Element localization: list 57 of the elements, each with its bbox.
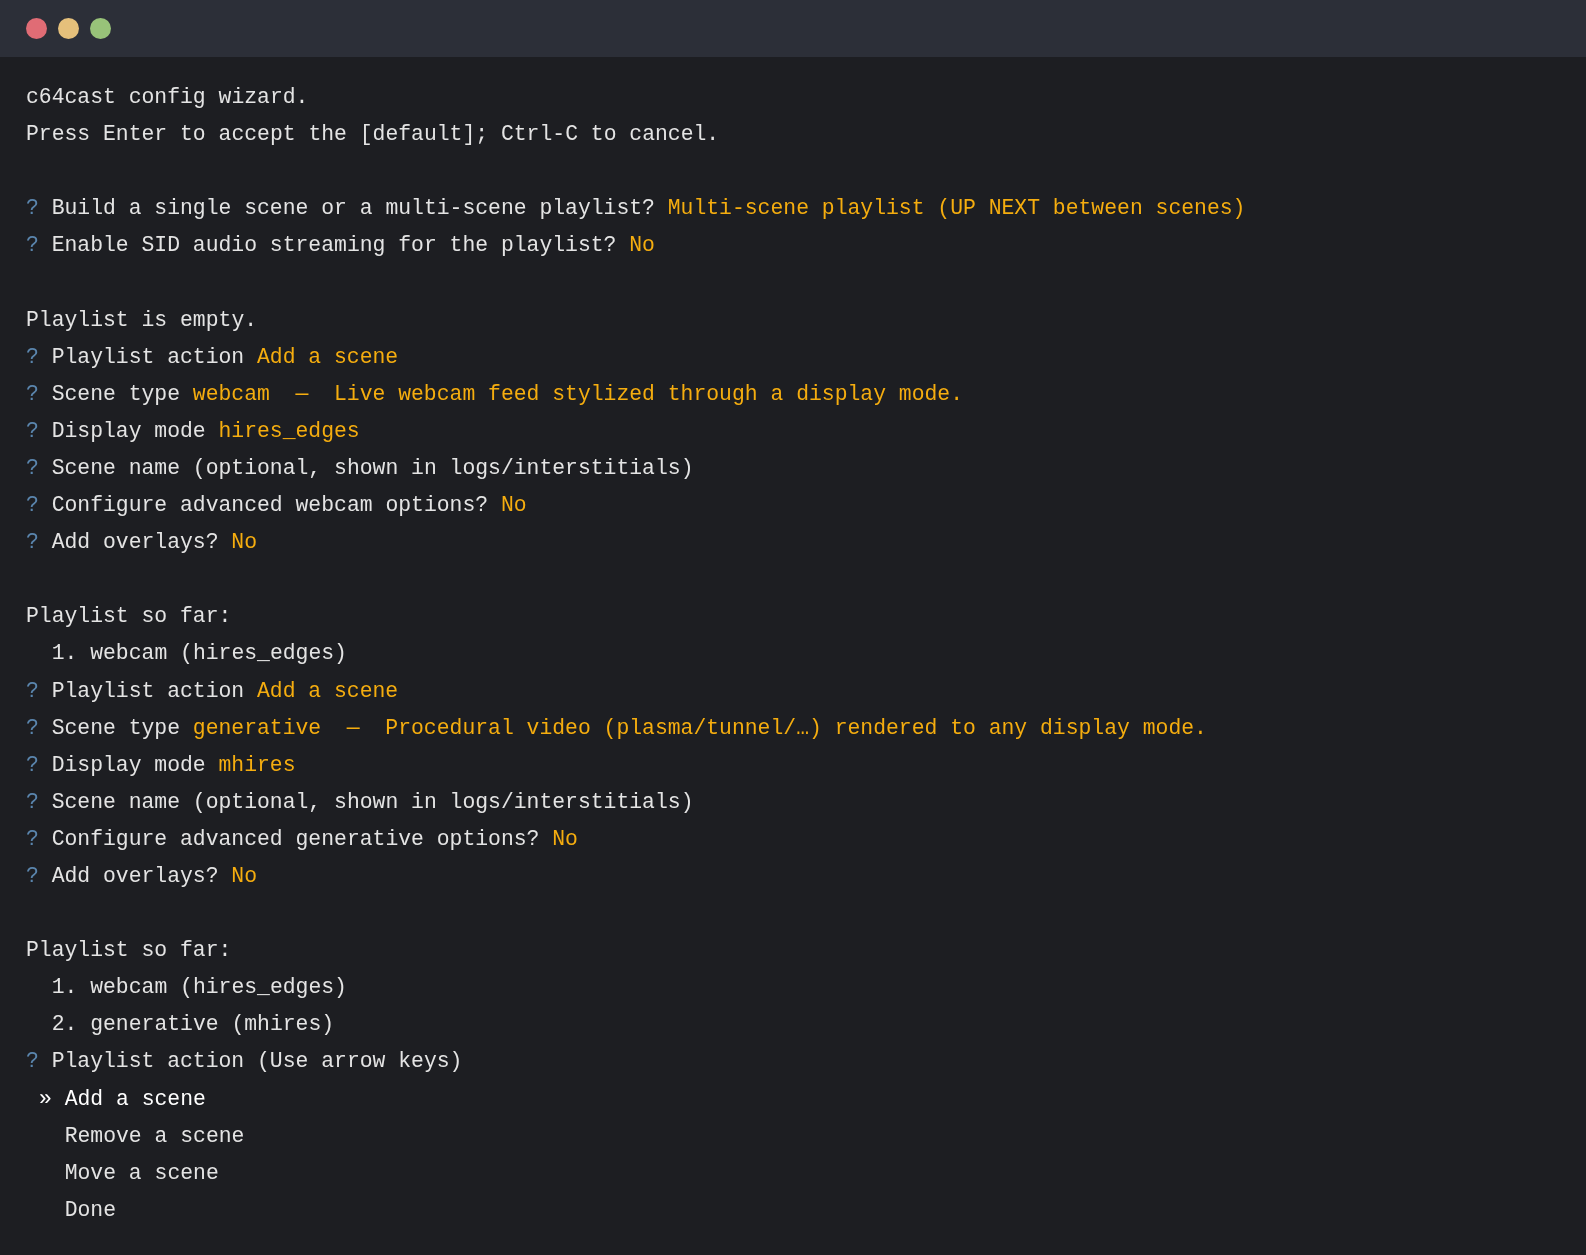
prompt-question: Scene name (optional, shown in logs/interstitials) [51, 454, 694, 482]
prompt-question: Build a single scene or a multi-scene playlist? [51, 195, 655, 223]
question-mark: ? [26, 417, 39, 445]
prompt-answer: Add a scene [257, 343, 399, 371]
prompt-question: Scene name (optional, shown in logs/interstitials) [51, 788, 694, 816]
prompt-question: Playlist action [51, 343, 245, 371]
question-mark: ? [26, 714, 39, 742]
question-mark: ? [26, 232, 39, 260]
prompt-question: Scene type [51, 380, 180, 408]
question-mark: ? [26, 343, 39, 371]
prompt-question: Scene type [51, 714, 180, 742]
output-text: Playlist so far: [26, 603, 232, 631]
prompt-question: Add overlays? [51, 529, 219, 557]
playlist-entry: 1. webcam (hires_edges) [51, 974, 347, 1002]
menu-option[interactable]: Remove a scene [64, 1117, 245, 1155]
question-mark: ? [26, 195, 39, 223]
prompt-question: Playlist action (Use arrow keys) [51, 1048, 463, 1076]
question-mark: ? [26, 862, 39, 890]
prompt-answer: mhires [218, 751, 296, 779]
output-text: Playlist so far: [26, 937, 232, 965]
prompt-answer: No [231, 862, 257, 890]
prompt-answer: webcam — Live webcam feed stylized through a display mode. [192, 380, 963, 408]
playlist-entry: 1. webcam (hires_edges) [51, 640, 347, 668]
prompt-question: Configure advanced generative options? [51, 825, 540, 853]
question-mark: ? [26, 380, 39, 408]
prompt-answer: No [231, 529, 257, 557]
prompt-question: Enable SID audio streaming for the playlist? [51, 232, 617, 260]
menu-option[interactable]: Move a scene [64, 1154, 219, 1192]
prompt-answer: generative — Procedural video (plasma/tunnel/…) rendered to any display mode. [192, 714, 1207, 742]
prompt-question: Display mode [51, 751, 206, 779]
question-mark: ? [26, 1048, 39, 1076]
playlist-entry: 2. generative (mhires) [51, 1011, 335, 1039]
prompt-question: Display mode [51, 417, 206, 445]
question-mark: ? [26, 529, 39, 557]
output-text: Playlist is empty. [26, 306, 258, 334]
prompt-question: Playlist action [51, 677, 245, 705]
menu-option[interactable]: » Add a scene [39, 1080, 206, 1118]
prompt-question: Add overlays? [51, 862, 219, 890]
question-mark: ? [26, 788, 39, 816]
prompt-answer: No [629, 232, 655, 260]
output-text: Press Enter to accept the [default]; Ctrl-C to cancel. [26, 121, 720, 149]
close-button[interactable] [26, 18, 47, 39]
question-mark: ? [26, 677, 39, 705]
prompt-answer: No [500, 492, 527, 520]
output-text: c64cast config wizard. [26, 84, 309, 111]
menu-option[interactable]: Done [64, 1191, 117, 1229]
maximize-button[interactable] [90, 18, 111, 39]
question-mark: ? [26, 751, 39, 779]
prompt-question: Configure advanced webcam options? [51, 492, 489, 520]
question-mark: ? [26, 454, 39, 482]
question-mark: ? [26, 825, 39, 853]
prompt-answer: No [552, 825, 578, 853]
minimize-button[interactable] [58, 18, 79, 39]
prompt-answer: Multi-scene playlist (UP NEXT between scenes) [667, 195, 1246, 223]
prompt-answer: hires_edges [218, 417, 360, 445]
prompt-answer: Add a scene [257, 677, 399, 705]
question-mark: ? [26, 492, 39, 520]
